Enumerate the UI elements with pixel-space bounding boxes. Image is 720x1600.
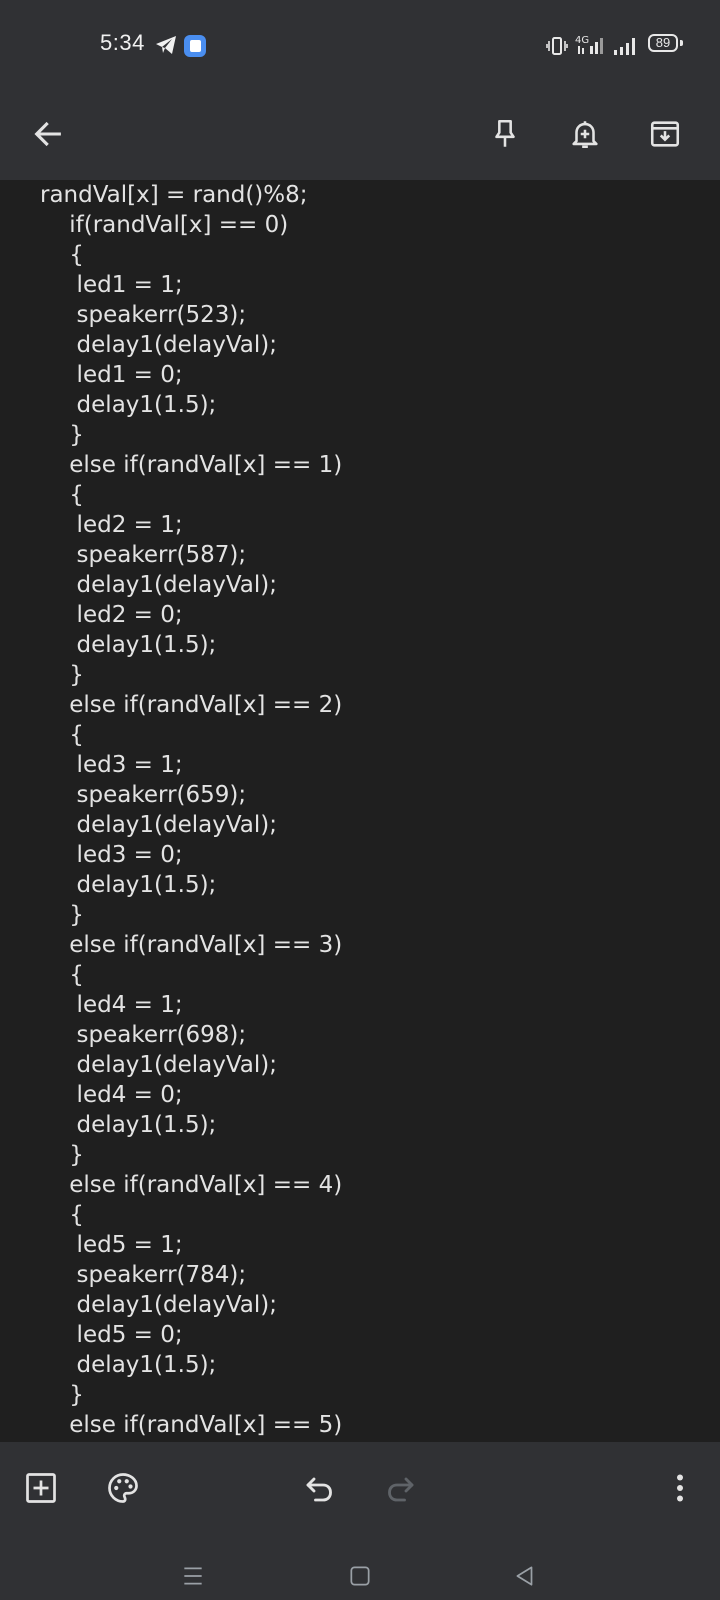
add-box-icon bbox=[26, 1473, 56, 1503]
battery-indicator: 89 bbox=[648, 34, 678, 52]
archive-icon bbox=[650, 121, 680, 147]
note-editor[interactable]: randVal[x] = rand()%8; if(randVal[x] == … bbox=[0, 180, 720, 1442]
recent-apps-button[interactable] bbox=[173, 1556, 213, 1596]
system-back-button[interactable] bbox=[505, 1556, 545, 1596]
note-toolbar bbox=[0, 90, 720, 180]
telegram-icon bbox=[156, 36, 176, 54]
add-content-button[interactable] bbox=[17, 1464, 65, 1512]
triangle-back-icon bbox=[516, 1566, 533, 1586]
more-vert-icon bbox=[677, 1474, 683, 1502]
back-button[interactable] bbox=[24, 110, 72, 158]
status-time: 5:34 bbox=[100, 30, 145, 55]
status-bar: 5:34 4G 89 bbox=[0, 0, 720, 90]
bell-plus-icon bbox=[572, 121, 598, 149]
square-icon bbox=[350, 1566, 370, 1586]
home-button[interactable] bbox=[340, 1556, 380, 1596]
redo-button[interactable] bbox=[376, 1464, 424, 1512]
pin-button[interactable] bbox=[481, 110, 529, 158]
undo-button[interactable] bbox=[296, 1464, 344, 1512]
redo-icon bbox=[388, 1477, 414, 1502]
reminder-button[interactable] bbox=[561, 110, 609, 158]
battery-level: 89 bbox=[655, 35, 671, 50]
arrow-left-icon bbox=[34, 121, 61, 147]
network-label: 4G bbox=[575, 35, 589, 46]
bottom-toolbar bbox=[0, 1442, 720, 1600]
battery-tip bbox=[680, 40, 683, 46]
vibrate-icon bbox=[546, 37, 568, 55]
app-badge-icon bbox=[184, 35, 206, 57]
undo-icon bbox=[306, 1477, 332, 1502]
menu-lines-icon bbox=[184, 1567, 202, 1585]
background-color-button[interactable] bbox=[99, 1464, 147, 1512]
palette-icon bbox=[108, 1473, 138, 1503]
more-options-button[interactable] bbox=[656, 1464, 704, 1512]
signal-strength-icon bbox=[614, 38, 635, 55]
pin-icon bbox=[495, 119, 515, 147]
archive-button[interactable] bbox=[641, 110, 689, 158]
note-text[interactable]: randVal[x] = rand()%8; if(randVal[x] == … bbox=[0, 180, 720, 1442]
lte-signal-icon: 4G bbox=[575, 35, 603, 54]
